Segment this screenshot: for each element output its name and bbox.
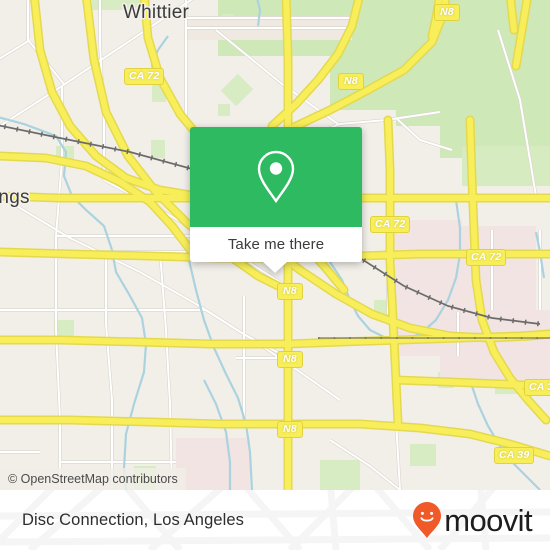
attribution-text: © OpenStreetMap contributors <box>8 472 178 486</box>
map-canvas[interactable]: Whittier ings CA 72 N8 N8 CA 72 CA 72 N8… <box>0 0 550 490</box>
shield-ca72-east[interactable]: CA 72 <box>466 249 507 266</box>
location-title: Disc Connection, Los Angeles <box>22 510 245 529</box>
moovit-logo[interactable]: moovit <box>412 501 533 539</box>
popup-action-label: Take me there <box>227 236 325 253</box>
moovit-wordmark: moovit <box>444 502 532 538</box>
shield-ca39[interactable]: CA 39 <box>494 447 535 464</box>
footer-bar: Disc Connection, Los Angeles moovit <box>0 490 550 550</box>
attribution[interactable]: © OpenStreetMap contributors <box>0 468 186 490</box>
shield-n8-upper[interactable]: N8 <box>338 73 364 90</box>
place-label-springs: ings <box>0 187 30 208</box>
popup-pin-area <box>190 127 362 227</box>
moovit-pin-smile-icon <box>413 502 442 538</box>
shield-n8-mid-upper[interactable]: N8 <box>277 283 303 300</box>
map-screenshot: Whittier ings CA 72 N8 N8 CA 72 CA 72 N8… <box>0 0 550 550</box>
footer-content: Disc Connection, Los Angeles moovit <box>0 490 550 550</box>
place-label-whittier: Whittier <box>123 2 189 23</box>
popup-tail <box>262 261 288 273</box>
take-me-there-popup[interactable]: Take me there <box>190 127 362 273</box>
shield-ca72-northwest[interactable]: CA 72 <box>124 68 165 85</box>
map-pin-icon <box>257 150 295 204</box>
shield-ca3-clipped[interactable]: CA 3 <box>524 379 550 396</box>
popup-action-bar[interactable]: Take me there <box>190 227 362 273</box>
shield-n8-bottom[interactable]: N8 <box>277 421 303 438</box>
shield-n8-top[interactable]: N8 <box>434 4 460 21</box>
shield-ca72-center[interactable]: CA 72 <box>370 216 411 233</box>
shield-n8-mid-lower[interactable]: N8 <box>277 351 303 368</box>
